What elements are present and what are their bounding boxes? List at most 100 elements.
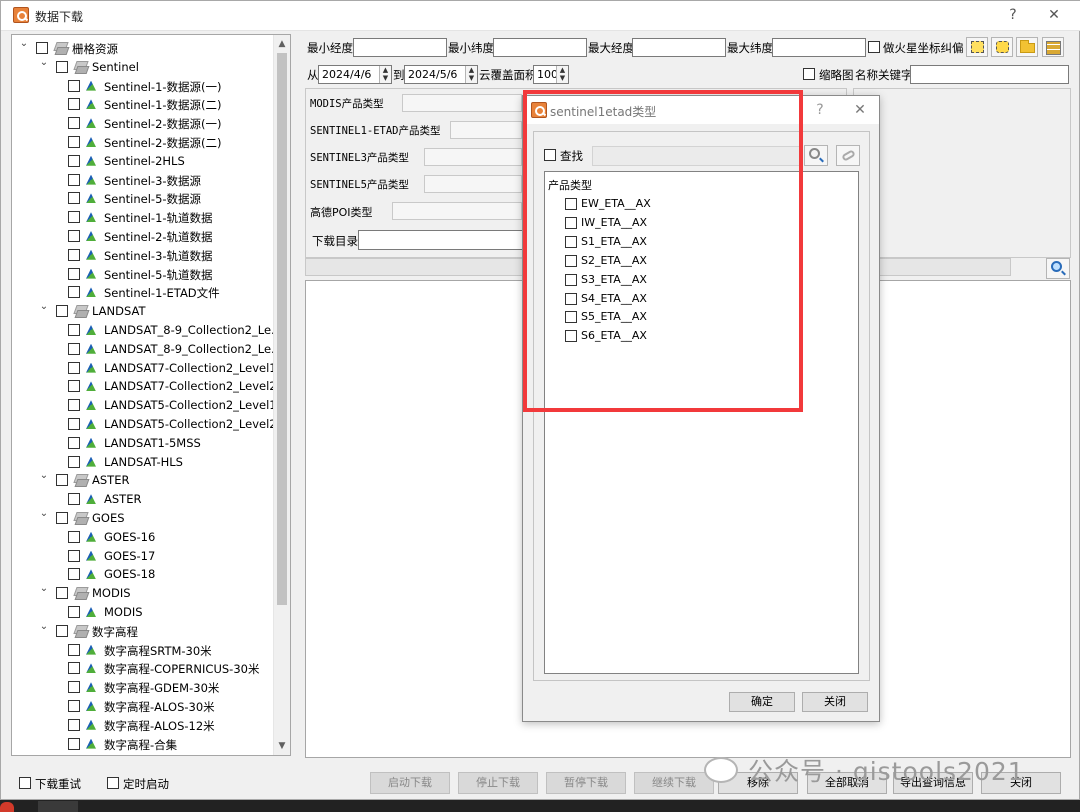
tree-item[interactable]: ⌄ GOES <box>38 508 288 527</box>
tree-item-checkbox[interactable] <box>68 361 80 374</box>
resource-tree[interactable]: ⌄ 栅格资源 ⌄ Sentinel Sentinel-1-数据源(一) Sentinel-… <box>11 34 291 756</box>
tree-item[interactable]: 数字高程-GDEM-30米 <box>68 678 290 696</box>
tree-item[interactable]: Sentinel-1-数据源(一) <box>68 77 290 95</box>
tree-item[interactable]: Sentinel-5-数据源 <box>68 189 290 207</box>
tree-item-checkbox[interactable] <box>68 230 80 242</box>
tree-item[interactable]: 数字高程-COPERNICUS-30米 <box>68 659 290 677</box>
scroll-thumb[interactable] <box>277 53 287 605</box>
help-button[interactable]: ? <box>1003 7 1023 23</box>
select-area-button[interactable] <box>966 37 988 57</box>
tree-item-checkbox[interactable] <box>68 117 80 130</box>
tree-item[interactable]: GOES-18 <box>68 565 290 583</box>
tree-item-checkbox[interactable] <box>68 173 80 186</box>
tree-item[interactable]: Sentinel-2-轨道数据 <box>68 227 290 245</box>
tree-item-checkbox[interactable] <box>68 342 80 355</box>
mars-correction-checkbox[interactable] <box>868 41 880 53</box>
tree-item-checkbox[interactable] <box>68 681 80 694</box>
tree-item[interactable]: ⌄ Sentinel <box>38 57 288 76</box>
tree-item-checkbox[interactable] <box>68 530 80 543</box>
tree-item[interactable]: LANDSAT7-Collection2_Level2 <box>68 377 290 395</box>
tree-item[interactable]: Sentinel-1-数据源(二) <box>68 95 290 113</box>
s5-type-combo[interactable] <box>424 175 522 193</box>
tree-item[interactable]: LANDSAT-HLS <box>68 453 290 471</box>
taskbar-active-icon[interactable] <box>38 801 78 812</box>
tree-item[interactable]: 数字高程-ALOS-30米 <box>68 697 290 715</box>
select-shape-button[interactable] <box>991 37 1013 57</box>
tree-item-checkbox[interactable] <box>56 587 68 600</box>
max-lon-input[interactable] <box>632 38 726 57</box>
min-lon-input[interactable] <box>353 38 447 57</box>
thumbnail-checkbox[interactable] <box>803 68 815 80</box>
tree-item[interactable]: Sentinel-5-轨道数据 <box>68 265 290 283</box>
min-lat-input[interactable] <box>493 38 587 57</box>
tree-item[interactable]: MODIS <box>68 603 290 621</box>
tree-item[interactable]: ASTER <box>68 490 290 508</box>
tree-item[interactable]: GOES-17 <box>68 547 290 565</box>
tree-item-checkbox[interactable] <box>68 418 80 430</box>
tree-item[interactable]: Sentinel-3-轨道数据 <box>68 246 290 264</box>
keyword-input[interactable] <box>910 65 1069 84</box>
dialog-close-icon[interactable]: ✕ <box>850 102 870 118</box>
expand-chevron-icon[interactable]: ⌄ <box>38 508 50 520</box>
tree-item-checkbox[interactable] <box>68 79 80 92</box>
modis-type-combo[interactable] <box>402 94 522 112</box>
tree-item[interactable]: Sentinel-3-数据源 <box>68 171 290 189</box>
to-date-spinner[interactable]: ▲ ▼ <box>465 66 477 83</box>
resume-download-button[interactable]: 继续下载 <box>634 772 714 794</box>
dialog-search-button[interactable] <box>804 145 828 166</box>
taskbar-app-icon[interactable] <box>0 802 14 812</box>
tree-item-checkbox[interactable] <box>68 136 80 148</box>
tree-item-checkbox[interactable] <box>56 512 68 524</box>
tree-item[interactable]: ⌄ MODIS <box>38 583 288 602</box>
tree-item-checkbox[interactable] <box>36 42 48 54</box>
stop-download-button[interactable]: 停止下载 <box>458 772 538 794</box>
tree-item-checkbox[interactable] <box>68 549 80 562</box>
download-dir-input[interactable] <box>358 230 524 250</box>
tree-item[interactable]: 数字高程-ALOS-12米 <box>68 716 290 734</box>
tree-item[interactable]: LANDSAT_8-9_Collection2_Le... <box>68 321 290 339</box>
tree-item[interactable]: ⌄ LANDSAT <box>38 301 288 320</box>
search-button[interactable] <box>1046 258 1070 279</box>
tree-item-checkbox[interactable] <box>68 737 80 750</box>
tree-item[interactable]: Sentinel-2-数据源(一) <box>68 114 290 132</box>
open-folder-button[interactable] <box>1016 37 1038 57</box>
tree-item-checkbox[interactable] <box>68 98 80 111</box>
from-date-spinner[interactable]: ▲ ▼ <box>379 66 391 83</box>
from-date-input[interactable]: 2024/4/6 ▲ ▼ <box>318 65 392 84</box>
s1etad-type-combo[interactable] <box>450 121 522 139</box>
tree-item[interactable]: Sentinel-2-数据源(二) <box>68 133 290 151</box>
expand-chevron-icon[interactable]: ⌄ <box>38 301 50 313</box>
tree-item-checkbox[interactable] <box>68 192 80 205</box>
cloud-spinner[interactable]: ▲ ▼ <box>556 66 568 83</box>
tree-item-checkbox[interactable] <box>68 455 80 468</box>
tree-item-checkbox[interactable] <box>68 436 80 449</box>
tree-item-checkbox[interactable] <box>68 211 80 224</box>
tree-item-checkbox[interactable] <box>68 718 80 731</box>
tree-item-checkbox[interactable] <box>56 60 68 73</box>
scroll-up-icon[interactable]: ▲ <box>277 39 287 49</box>
tree-item-checkbox[interactable] <box>68 493 80 506</box>
tree-scrollbar[interactable]: ▲ ▼ <box>273 35 290 755</box>
s3-type-combo[interactable] <box>424 148 522 166</box>
dialog-close-button[interactable]: 关闭 <box>802 692 868 712</box>
tree-item[interactable]: Sentinel-2HLS <box>68 152 290 170</box>
tree-item[interactable]: LANDSAT_8-9_Collection2_Le... <box>68 340 290 358</box>
expand-chevron-icon[interactable]: ⌄ <box>38 470 50 482</box>
expand-chevron-icon[interactable]: ⌄ <box>38 583 50 595</box>
tree-item-checkbox[interactable] <box>68 267 80 280</box>
timed-start-checkbox[interactable] <box>107 777 119 789</box>
tree-item[interactable]: ⌄ 数字高程 <box>38 621 288 640</box>
tree-item-checkbox[interactable] <box>56 624 68 637</box>
tree-item-checkbox[interactable] <box>68 324 80 336</box>
tree-item-checkbox[interactable] <box>56 474 68 487</box>
to-date-input[interactable]: 2024/5/6 ▲ ▼ <box>404 65 478 84</box>
tree-item[interactable]: LANDSAT5-Collection2_Level1 <box>68 396 290 414</box>
tree-item-checkbox[interactable] <box>68 568 80 581</box>
tree-item[interactable]: GOES-16 <box>68 528 290 546</box>
tree-item-checkbox[interactable] <box>68 154 80 167</box>
tree-item-checkbox[interactable] <box>68 286 80 299</box>
retry-checkbox[interactable] <box>19 777 31 789</box>
tree-item[interactable]: Sentinel-1-轨道数据 <box>68 208 290 226</box>
expand-chevron-icon[interactable]: ⌄ <box>38 621 50 633</box>
expand-chevron-icon[interactable]: ⌄ <box>38 57 50 69</box>
